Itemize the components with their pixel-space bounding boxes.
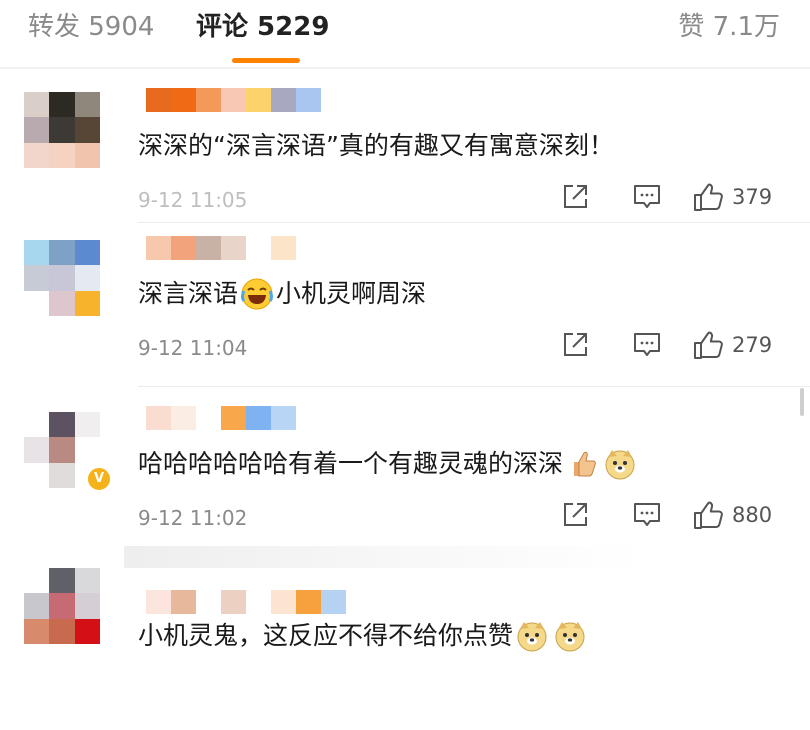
comment-time: 9-12 11:04 xyxy=(138,336,248,360)
doge-emoji xyxy=(605,450,635,480)
comment-bubble-icon[interactable] xyxy=(632,182,662,212)
comment-text: 小机灵鬼，这反应不得不给你点赞 xyxy=(138,618,589,654)
username-redacted[interactable] xyxy=(146,590,346,614)
thumbs-up-icon xyxy=(694,331,723,359)
comment-actions: 880 xyxy=(560,500,784,530)
comment-item: V 哈哈哈哈哈哈有着一个有趣灵魂的深深 9-12 11:02 880 xyxy=(0,388,810,558)
avatar[interactable] xyxy=(24,240,100,316)
tab-repost[interactable]: 转发 5904 xyxy=(28,10,154,44)
tab-comments[interactable]: 评论 5229 xyxy=(196,10,329,44)
username-redacted[interactable] xyxy=(146,88,321,112)
comment-time: 9-12 11:02 xyxy=(138,506,248,530)
comment-text-segment: 深言深语 xyxy=(138,279,239,308)
share-out-icon[interactable] xyxy=(560,330,590,360)
comment-time: 9-12 11:05 xyxy=(138,188,248,212)
comment-actions: 279 xyxy=(560,330,784,360)
like-count: 880 xyxy=(732,503,773,527)
avatar[interactable] xyxy=(24,568,100,644)
laugh-cry-emoji xyxy=(241,278,274,310)
like-button[interactable]: 279 xyxy=(692,330,784,360)
comment-text: 深言深语 小机灵啊周深 xyxy=(138,276,426,312)
like-count: 279 xyxy=(732,333,773,357)
like-count: 379 xyxy=(732,185,773,209)
comment-item: 小机灵鬼，这反应不得不给你点赞 xyxy=(0,560,810,730)
header-divider xyxy=(0,67,810,69)
row-divider xyxy=(138,386,810,387)
comment-text: 哈哈哈哈哈哈有着一个有趣灵魂的深深 xyxy=(138,446,639,482)
thumbs-up-icon xyxy=(694,183,723,211)
like-button[interactable]: 379 xyxy=(692,182,784,212)
comment-bubble-icon[interactable] xyxy=(632,330,662,360)
doge-emoji xyxy=(555,622,585,652)
doge-emoji xyxy=(517,622,547,652)
username-redacted[interactable] xyxy=(146,406,296,430)
comment-item: 深言深语 小机灵啊周深 9-12 11:04 279 xyxy=(0,218,810,388)
comment-tabs-bar: 转发 5904 评论 5229 赞 7.1万 xyxy=(0,0,810,68)
username-redacted[interactable] xyxy=(146,236,296,260)
share-out-icon[interactable] xyxy=(560,500,590,530)
comment-text-segment: 哈哈哈哈哈哈有着一个有趣灵魂的深深 xyxy=(138,449,564,478)
comment-text-segment: 小机灵鬼，这反应不得不给你点赞 xyxy=(138,621,514,650)
comment-text-segment: 小机灵啊周深 xyxy=(276,279,427,308)
vip-badge: V xyxy=(86,466,112,492)
comment-text: 深深的“深言深语”真的有趣又有寓意深刻！ xyxy=(138,128,614,164)
share-out-icon[interactable] xyxy=(560,182,590,212)
avatar[interactable] xyxy=(24,92,100,168)
tab-likes[interactable]: 赞 7.1万 xyxy=(678,10,780,44)
active-tab-indicator xyxy=(232,58,300,63)
thumbs-up-emoji xyxy=(574,451,596,477)
comment-bubble-icon[interactable] xyxy=(632,500,662,530)
comment-actions: 379 xyxy=(560,182,784,212)
comment-text-segment: 深深的“深言深语”真的有趣又有寓意深刻！ xyxy=(138,131,614,160)
comment-item: 深深的“深言深语”真的有趣又有寓意深刻！ 9-12 11:05 379 xyxy=(0,70,810,240)
like-button[interactable]: 880 xyxy=(692,500,784,530)
thumbs-up-icon xyxy=(694,501,723,529)
